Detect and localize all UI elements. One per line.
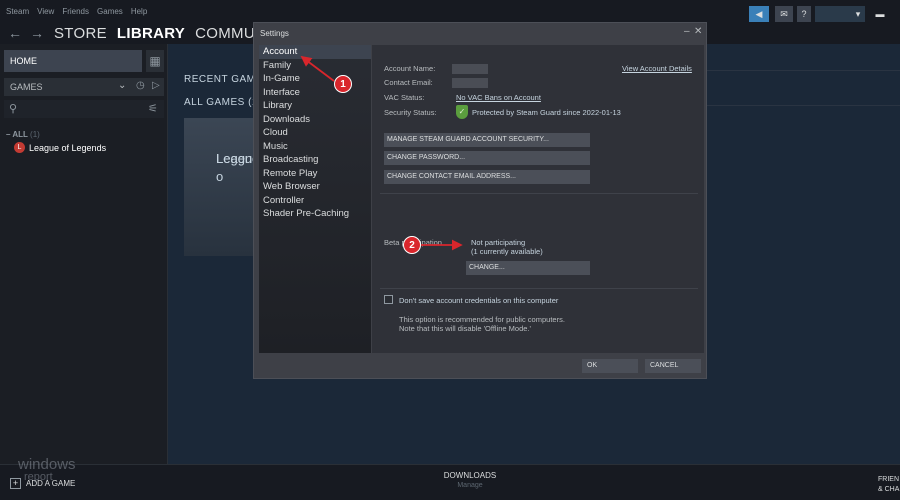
- settings-nav-remote-play[interactable]: Remote Play: [259, 167, 371, 181]
- sidebar-item-label: League of Legends: [29, 142, 107, 153]
- menu-steam[interactable]: Steam: [6, 7, 29, 16]
- view-account-details-link[interactable]: View Account Details: [622, 64, 692, 73]
- all-games-group[interactable]: – ALL (1): [6, 130, 40, 139]
- settings-nav-account[interactable]: Account: [259, 45, 371, 59]
- recent-games-heading: RECENT GAM: [184, 74, 256, 85]
- divider: [380, 288, 698, 289]
- settings-dialog: Settings – ✕ Account Family In-Game Inte…: [253, 22, 707, 379]
- settings-nav-cloud[interactable]: Cloud: [259, 126, 371, 140]
- settings-nav-downloads[interactable]: Downloads: [259, 113, 371, 127]
- divider: [380, 193, 698, 194]
- change-contact-email-button[interactable]: CHANGE CONTACT EMAIL ADDRESS...: [384, 170, 590, 184]
- manage-steam-guard-button[interactable]: MANAGE STEAM GUARD ACCOUNT SECURITY...: [384, 133, 590, 147]
- contact-email-label: Contact Email:: [384, 78, 433, 87]
- games-dropdown-label: GAMES: [10, 82, 43, 92]
- game-tile-league[interactable]: League o Legends: [184, 118, 266, 256]
- account-name-label: Account Name:: [384, 64, 436, 73]
- security-status-label: Security Status:: [384, 108, 437, 117]
- chevron-down-icon: ⌄: [118, 80, 127, 91]
- search-bar[interactable]: ⚲ ⚟: [4, 100, 164, 118]
- settings-nav-library[interactable]: Library: [259, 99, 371, 113]
- cancel-button[interactable]: CANCEL: [645, 359, 701, 373]
- settings-nav-family[interactable]: Family: [259, 59, 371, 73]
- downloads-manage-label: Manage: [457, 482, 483, 489]
- library-shelf-strip: [706, 70, 900, 106]
- settings-nav-interface[interactable]: Interface: [259, 86, 371, 100]
- window-controls[interactable]: ▬: [872, 6, 888, 22]
- notification-icon[interactable]: ✉: [775, 6, 793, 22]
- security-status-value: Protected by Steam Guard since 2022-01-1…: [472, 108, 621, 117]
- settings-nav-broadcasting[interactable]: Broadcasting: [259, 153, 371, 167]
- settings-nav-web-browser[interactable]: Web Browser: [259, 180, 371, 194]
- close-icon[interactable]: ✕: [694, 26, 702, 37]
- watermark-logo: windows report: [18, 456, 76, 483]
- vac-status-label: VAC Status:: [384, 93, 425, 102]
- steam-guard-shield-icon: ✓: [456, 105, 468, 119]
- menu-games[interactable]: Games: [97, 7, 123, 16]
- sidebar: HOME ▦ GAMES ⌄ ◷ ▷ ⚲ ⚟ – ALL (1) L Leagu…: [0, 44, 168, 464]
- dialog-title: Settings: [260, 29, 289, 38]
- all-count: (1): [30, 130, 40, 139]
- friends-chat-button[interactable]: FRIEN & CHA: [878, 475, 899, 495]
- menu-friends[interactable]: Friends: [62, 7, 89, 16]
- sidebar-item-league-of-legends[interactable]: L League of Legends: [14, 142, 106, 153]
- tab-store[interactable]: STORE: [54, 25, 107, 42]
- dont-save-credentials-checkbox[interactable]: [384, 295, 393, 304]
- grid-view-icon[interactable]: ▦: [146, 50, 164, 72]
- collapse-icon: –: [6, 130, 11, 139]
- beta-available-value: (1 currently available): [471, 247, 543, 256]
- beta-status-value: Not participating: [471, 238, 526, 247]
- games-dropdown[interactable]: GAMES ⌄ ◷ ▷: [4, 78, 164, 96]
- account-menu[interactable]: ▾: [815, 6, 865, 22]
- contact-email-value-redacted: [452, 78, 488, 88]
- menu-help[interactable]: Help: [131, 7, 147, 16]
- settings-nav: Account Family In-Game Interface Library…: [259, 45, 371, 353]
- announcement-icon[interactable]: ◀: [749, 6, 769, 22]
- recent-clock-icon[interactable]: ◷: [136, 80, 145, 91]
- offline-note-line2: Note that this will disable 'Offline Mod…: [399, 324, 531, 333]
- play-filter-icon[interactable]: ▷: [152, 80, 160, 91]
- back-arrow-icon[interactable]: ←: [8, 25, 22, 41]
- all-games-heading[interactable]: ALL GAMES (1: [184, 97, 258, 108]
- offline-note-line1: This option is recommended for public co…: [399, 315, 565, 324]
- filter-icon[interactable]: ⚟: [148, 102, 158, 115]
- account-settings-panel: Account Name: View Account Details Conta…: [372, 45, 704, 353]
- league-of-legends-icon: L: [14, 142, 25, 153]
- home-button[interactable]: HOME: [4, 50, 142, 72]
- menu-view[interactable]: View: [37, 7, 54, 16]
- chevron-down-icon: ▾: [855, 8, 861, 19]
- annotation-badge-1: 1: [334, 75, 352, 93]
- settings-nav-controller[interactable]: Controller: [259, 194, 371, 208]
- account-name-value-redacted: [452, 64, 488, 74]
- settings-nav-music[interactable]: Music: [259, 140, 371, 154]
- annotation-badge-2: 2: [403, 236, 421, 254]
- change-password-button[interactable]: CHANGE PASSWORD...: [384, 151, 590, 165]
- tab-library[interactable]: LIBRARY: [117, 25, 185, 42]
- minimize-icon[interactable]: –: [684, 26, 690, 37]
- search-icon[interactable]: ⚲: [9, 102, 17, 115]
- downloads-button[interactable]: DOWNLOADS Manage: [420, 471, 520, 489]
- ok-button[interactable]: OK: [582, 359, 638, 373]
- bottom-bar: + ADD A GAME DOWNLOADS Manage FRIEN & CH…: [0, 464, 900, 500]
- settings-nav-in-game[interactable]: In-Game: [259, 72, 371, 86]
- forward-arrow-icon[interactable]: →: [30, 25, 44, 41]
- settings-nav-shader-pre-caching[interactable]: Shader Pre-Caching: [259, 207, 371, 221]
- help-icon[interactable]: ?: [797, 6, 811, 22]
- vac-status-link[interactable]: No VAC Bans on Account: [456, 93, 541, 102]
- beta-change-button[interactable]: CHANGE...: [466, 261, 590, 275]
- dont-save-credentials-label[interactable]: Don't save account credentials on this c…: [399, 296, 558, 305]
